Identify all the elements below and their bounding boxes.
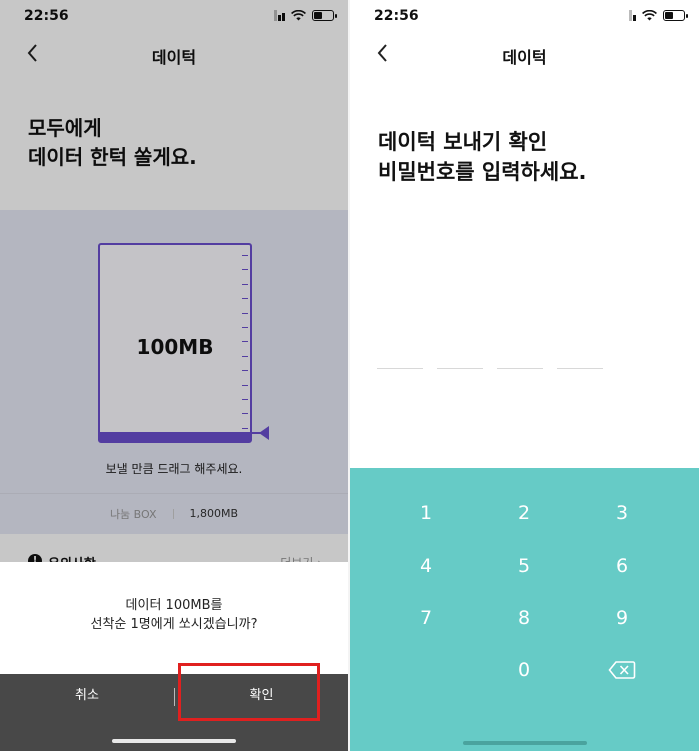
battery-icon (663, 10, 688, 21)
pin-slot (377, 368, 423, 369)
headline-line-1: 데이턱 보내기 확인 (378, 130, 548, 154)
cellular-signal-icon (629, 10, 636, 21)
key-9[interactable]: 9 (572, 598, 672, 638)
key-8[interactable]: 8 (474, 598, 574, 638)
wifi-icon (642, 10, 657, 21)
dialog-message-line-1: 데이터 100MB를 (125, 598, 223, 613)
number-keypad: 1 2 3 4 5 6 7 8 9 0 (350, 468, 699, 751)
pin-slot (557, 368, 603, 369)
pin-slot (437, 368, 483, 369)
pin-slot (497, 368, 543, 369)
right-screen: 22:56 데이턱 데이턱 보내기 확인 비밀번호를 입력하세요. 1 2 3 … (350, 0, 699, 751)
key-7[interactable]: 7 (376, 598, 476, 638)
key-4[interactable]: 4 (376, 546, 476, 586)
backspace-button[interactable] (572, 650, 672, 690)
dialog-message: 데이터 100MB를 선착순 1명에게 쏘시겠습니까? (0, 596, 348, 634)
dialog-message-line-2: 선착순 1명에게 쏘시겠습니까? (90, 617, 258, 632)
home-indicator (462, 741, 587, 745)
status-bar: 22:56 (350, 0, 699, 34)
modal-backdrop[interactable] (0, 0, 348, 562)
backspace-icon (608, 661, 636, 679)
confirm-dialog: 데이터 100MB를 선착순 1명에게 쏘시겠습니까? (0, 562, 348, 674)
headline: 데이턱 보내기 확인 비밀번호를 입력하세요. (378, 127, 587, 187)
key-3[interactable]: 3 (572, 493, 672, 533)
home-indicator (112, 739, 236, 743)
cancel-button[interactable]: 취소 (0, 674, 174, 718)
key-6[interactable]: 6 (572, 546, 672, 586)
page-title: 데이턱 (502, 48, 547, 67)
status-time: 22:56 (374, 8, 419, 24)
key-1[interactable]: 1 (376, 493, 476, 533)
highlight-box (178, 663, 320, 721)
pin-input[interactable] (377, 368, 603, 369)
key-5[interactable]: 5 (474, 546, 574, 586)
nav-bar: 데이턱 (350, 34, 699, 78)
headline-line-2: 비밀번호를 입력하세요. (378, 160, 587, 184)
key-2[interactable]: 2 (474, 493, 574, 533)
left-screen: 22:56 데이턱 모두에게 데이터 한턱 쏠게요. 100MB 보낼 만큼 드… (0, 0, 348, 751)
key-0[interactable]: 0 (474, 650, 574, 690)
